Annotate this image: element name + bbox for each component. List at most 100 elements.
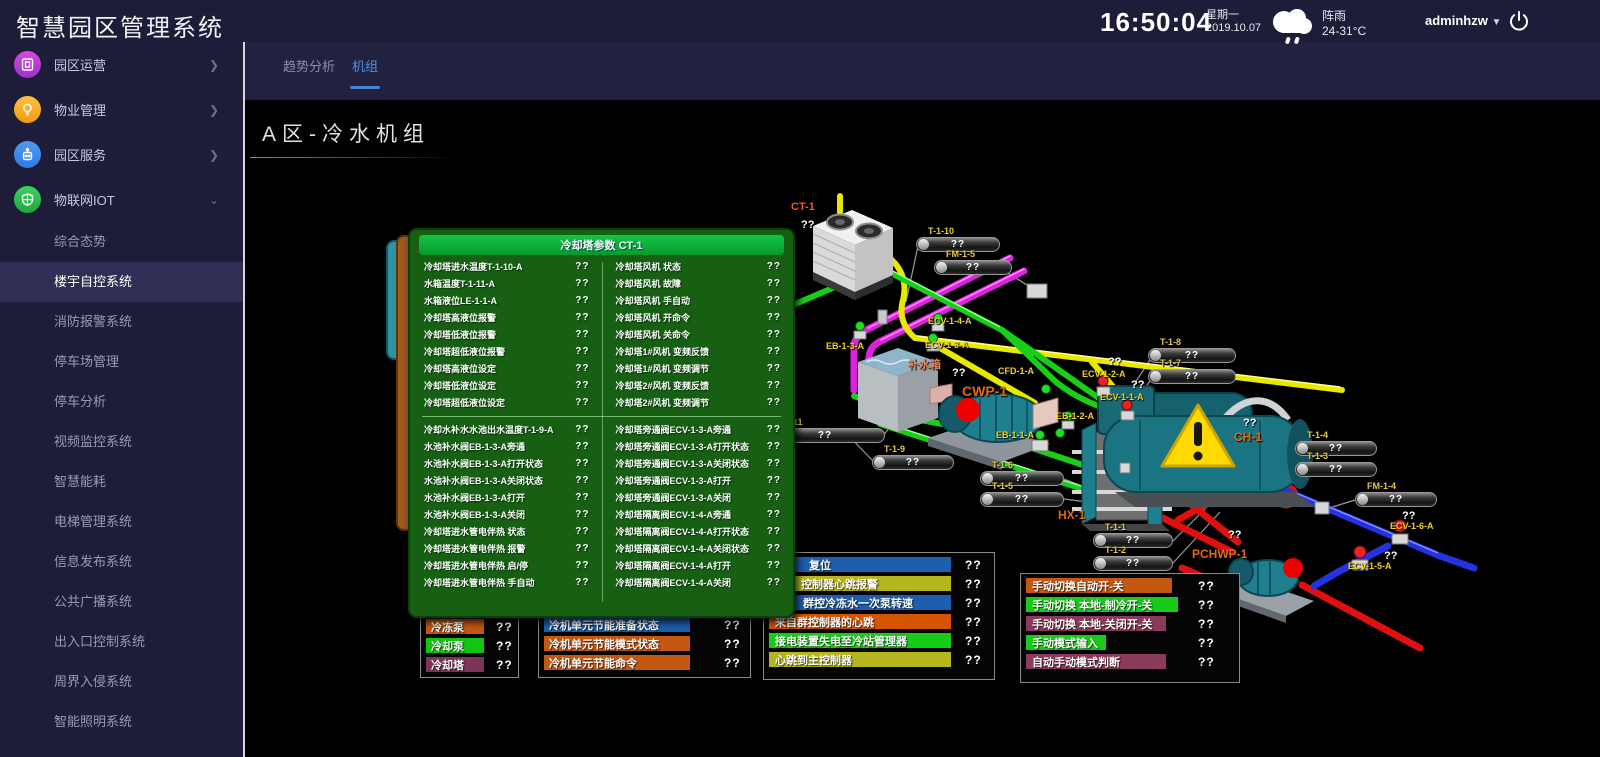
panel-section1-right: 冷却塔风机 状态 ?? 冷却塔风机 故障 ?? 冷却塔风机 手自动 ??	[602, 258, 794, 411]
parameter-label: 冷却塔旁通阀ECV-1-3-A旁通	[616, 423, 732, 436]
table-row: 冷却泵 ??	[426, 638, 513, 653]
parameter-label: 冷却塔进水管电伴热 状态	[424, 525, 526, 538]
sidebar-item-label: 物业管理	[54, 100, 106, 119]
parameter-row: 水池补水阀EB-1-3-A打开 ??	[410, 489, 602, 506]
date-block: 星期一 2019.10.07	[1206, 9, 1261, 35]
parameter-row: 冷却塔1#风机 变频反馈 ??	[602, 343, 794, 360]
status-label-bar: 心跳到主控制器	[769, 652, 951, 667]
parameter-row: 冷却塔风机 手自动 ??	[602, 292, 794, 309]
manual-mode-table: 手动切换自动开-关 ?? 手动切换 本地-制冷开-关 ?? 手动切换 本地-关闭…	[1020, 573, 1240, 683]
parameter-label: 冷却塔进水管电伴热 启/停	[424, 559, 528, 572]
table-row: 冷机单元节能模式状态 ??	[544, 636, 745, 651]
gauge-label: T-1-9	[884, 444, 954, 454]
sidebar-item-park-operation[interactable]: 园区运营 ❯	[0, 42, 243, 87]
parameter-value: ??	[767, 526, 781, 537]
equipment-label: PCHWP-1	[1192, 547, 1247, 561]
parameter-label: 冷却塔隔离阀ECV-1-4-A打开状态	[616, 525, 750, 538]
parameter-label: 水池补水阀EB-1-3-A关闭状态	[424, 474, 543, 487]
sidebar-submenu-label: 信息发布系统	[54, 554, 132, 569]
table-row: 接电装置失电至冷站管理器 ??	[769, 633, 989, 648]
power-button[interactable]	[1508, 10, 1530, 37]
status-label-bar: 复位	[769, 557, 951, 572]
tab-unit[interactable]: 机组	[352, 56, 378, 83]
sidebar-submenu-label: 综合态势	[54, 234, 106, 249]
parameter-label: 冷却塔风机 关命令	[616, 328, 691, 341]
alarm-dot-cwp1	[956, 398, 980, 422]
status-value: ??	[496, 658, 513, 672]
parameter-label: 冷却塔隔离阀ECV-1-4-A关闭状态	[616, 542, 750, 555]
date: 2019.10.07	[1206, 22, 1261, 35]
parameter-value: ??	[575, 278, 589, 289]
status-label-bar: 手动模式输入	[1026, 635, 1106, 650]
sidebar-submenu-item[interactable]: 周界入侵系统	[0, 662, 243, 702]
equipment-label: ECV-1-6-A	[1390, 521, 1434, 531]
cooling-tower-parameter-panel: 冷却塔参数 CT-1 冷却塔进水温度T-1-10-A ?? 水箱温度T-1-11…	[408, 228, 795, 618]
sidebar-submenu-item[interactable]: 楼宇自控系统	[0, 262, 243, 302]
parameter-row: 冷却塔风机 状态 ??	[602, 258, 794, 275]
sidebar-submenu-item[interactable]: 出入口控制系统	[0, 622, 243, 662]
parameter-label: 冷却塔低液位报警	[424, 328, 496, 341]
iot-shield-icon	[14, 186, 41, 213]
sidebar-submenu-item[interactable]: 智能照明系统	[0, 702, 243, 742]
sidebar-submenu-item[interactable]: 公共广播系统	[0, 582, 243, 622]
gauge-pill: ??	[1148, 369, 1236, 384]
equipment-label: HX-1	[1058, 508, 1085, 522]
sidebar-submenu-item[interactable]: 停车场管理	[0, 342, 243, 382]
parameter-value: ??	[767, 312, 781, 323]
parameter-value: ??	[767, 441, 781, 452]
table-row: 心跳到主控制器 ??	[769, 652, 989, 667]
status-value: ??	[1198, 617, 1215, 631]
connector-box	[1120, 463, 1130, 473]
sidebar-item-label: 园区运营	[54, 55, 106, 74]
sidebar-submenu-label: 智能照明系统	[54, 714, 132, 729]
parameter-row: 冷却塔进水管电伴热 手自动 ??	[410, 574, 602, 591]
parameter-row: 冷却塔旁通阀ECV-1-3-A打开状态 ??	[602, 438, 794, 455]
equipment-label: ??	[952, 367, 965, 379]
gauge-label: T-1-6	[992, 460, 1064, 470]
parameter-label: 冷却塔旁通阀ECV-1-3-A打开	[616, 474, 732, 487]
gauge-label: T-1-10	[928, 226, 1000, 236]
gauge-pill: ??	[1355, 492, 1437, 507]
parameter-value: ??	[767, 424, 781, 435]
sidebar-submenu-item[interactable]: 电梯管理系统	[0, 502, 243, 542]
sidebar-item-property-management[interactable]: 物业管理 ❯	[0, 87, 243, 132]
parameter-label: 冷却塔低液位设定	[424, 379, 496, 392]
sidebar-submenu-item[interactable]: 智慧能耗	[0, 462, 243, 502]
sidebar-submenu-item[interactable]: 停车分析	[0, 382, 243, 422]
parameter-value: ??	[767, 380, 781, 391]
sidebar-item-iot[interactable]: 物联网IOT ⌄	[0, 177, 243, 222]
sidebar-submenu-item[interactable]: 综合态势	[0, 222, 243, 262]
status-value: ??	[1198, 636, 1215, 650]
user-menu[interactable]: adminhzw ▼	[1425, 13, 1501, 28]
sidebar-submenu-item[interactable]: 消防报警系统	[0, 302, 243, 342]
parameter-value: ??	[575, 526, 589, 537]
parameter-row: 冷却塔风机 开命令 ??	[602, 309, 794, 326]
gauge-label: T-1-4	[1307, 430, 1377, 440]
table-row: 手动模式输入 ??	[1026, 635, 1234, 650]
sidebar-item-park-service[interactable]: 园区服务 ❯	[0, 132, 243, 177]
gauge-value: ??	[1329, 464, 1343, 475]
sidebar-submenu-item[interactable]: 信息发布系统	[0, 542, 243, 582]
chevron-right-icon: ❯	[209, 103, 219, 117]
parameter-label: 水池补水阀EB-1-3-A关闭	[424, 508, 525, 521]
parameter-row: 冷却塔高液位报警 ??	[410, 309, 602, 326]
parameter-label: 冷却塔风机 开命令	[616, 311, 691, 324]
sidebar: 园区运营 ❯ 物业管理 ❯ 园区服务 ❯ 物联网IOT ⌄	[0, 42, 243, 757]
parameter-label: 冷却塔进水管电伴热 手自动	[424, 576, 535, 589]
status-label-bar: 自动手动模式判断	[1026, 654, 1166, 669]
status-label-bar: 接电装置失电至冷站管理器	[769, 633, 951, 648]
parameter-label: 冷却塔风机 状态	[616, 260, 682, 273]
cooling-tower-ct1[interactable]	[813, 210, 893, 300]
gauge-label: T-1-8	[1160, 337, 1236, 347]
parameter-value: ??	[767, 261, 781, 272]
parameter-row: 冷却塔风机 关命令 ??	[602, 326, 794, 343]
status-value: ??	[1198, 579, 1215, 593]
tab-trend-analysis[interactable]: 趋势分析	[283, 56, 335, 83]
sidebar-submenu: 综合态势 楼宇自控系统 消防报警系统 停车场管理 停车分析	[0, 222, 243, 742]
parameter-label: 冷却塔旁通阀ECV-1-3-A打开状态	[616, 440, 750, 453]
table-row: 冷机单元节能命令 ??	[544, 655, 745, 670]
sidebar-submenu-item[interactable]: 视频监控系统	[0, 422, 243, 462]
parameter-value: ??	[767, 543, 781, 554]
sidebar-submenu-label: 停车场管理	[54, 354, 119, 369]
valve-eb-1-1a	[1032, 431, 1048, 452]
